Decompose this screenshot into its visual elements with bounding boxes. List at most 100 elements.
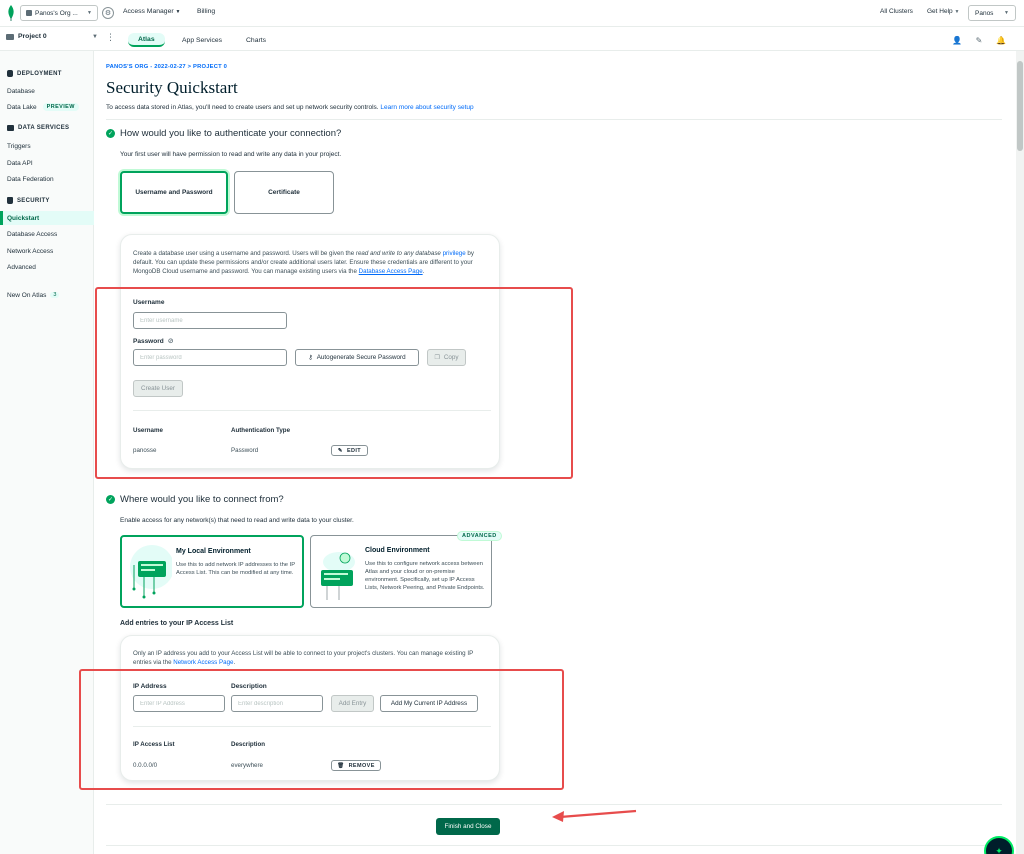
chevron-down-icon: ▼: [87, 10, 92, 16]
tab-atlas[interactable]: Atlas: [128, 33, 165, 47]
sidebar-item-new-on-atlas[interactable]: New On Atlas 3: [0, 288, 94, 302]
autogenerate-password-button[interactable]: ⚷ Autogenerate Secure Password: [295, 349, 419, 366]
divider: [106, 119, 1002, 120]
sidebar-heading-security: SECURITY: [7, 197, 50, 204]
env-local-description: Use this to add network IP addresses to …: [176, 562, 296, 576]
chevron-down-icon: ▼: [175, 8, 181, 15]
user-menu[interactable]: Panos ▼: [968, 5, 1016, 21]
breadcrumb[interactable]: PANOS'S ORG - 2022-02-27 > PROJECT 0: [106, 64, 227, 70]
auth-option-certificate[interactable]: Certificate: [234, 171, 334, 214]
main-content: PANOS'S ORG - 2022-02-27 > PROJECT 0 Sec…: [94, 51, 1024, 854]
advanced-badge: ADVANCED: [457, 531, 502, 541]
data-services-icon: [7, 125, 14, 131]
sidebar-item-quickstart[interactable]: Quickstart: [0, 211, 94, 225]
lock-icon: [7, 197, 13, 204]
auth-section-heading: ✓ How would you like to authenticate you…: [106, 128, 342, 139]
remove-ip-button[interactable]: 🗑 REMOVE: [331, 760, 381, 771]
sidebar-heading-deployment: DEPLOYMENT: [7, 70, 62, 77]
username-input[interactable]: [133, 312, 287, 329]
divider: [106, 845, 1002, 846]
ip-row-description: everywhere: [231, 762, 263, 769]
username-label: Username: [133, 299, 165, 306]
create-user-button[interactable]: Create User: [133, 380, 183, 397]
add-entry-button[interactable]: Add Entry: [331, 695, 374, 712]
col-header-ip-access-list: IP Access List: [133, 741, 175, 748]
gear-icon[interactable]: ⚙: [102, 7, 114, 19]
scrollbar-thumb[interactable]: [1017, 61, 1023, 151]
sidebar: DEPLOYMENT Database Data Lake PREVIEW DAT…: [0, 51, 94, 854]
sidebar-item-database-access[interactable]: Database Access: [0, 227, 94, 241]
env-option-cloud[interactable]: Cloud Environment Use this to configure …: [310, 535, 492, 608]
ip-access-card: Only an IP address you add to your Acces…: [120, 635, 500, 781]
privilege-link[interactable]: privilege: [443, 250, 466, 257]
create-user-description: Create a database user using a username …: [133, 250, 474, 275]
sidebar-item-data-api[interactable]: Data API: [0, 156, 94, 170]
sidebar-heading-data-services: DATA SERVICES: [7, 125, 69, 131]
connect-section-subtext: Enable access for any network(s) that ne…: [120, 517, 354, 524]
sidebar-item-triggers[interactable]: Triggers: [0, 139, 94, 153]
database-icon: [7, 70, 13, 77]
access-manager-menu[interactable]: Access Manager ▼: [123, 8, 180, 15]
eye-off-icon[interactable]: ⊘: [168, 337, 174, 345]
password-input[interactable]: [133, 349, 287, 366]
tab-app-services[interactable]: App Services: [172, 33, 232, 47]
new-count-badge: 3: [50, 292, 60, 298]
ip-row-address: 0.0.0.0/0: [133, 762, 158, 769]
chevron-down-icon: ▼: [1004, 10, 1009, 16]
bell-icon[interactable]: 🔔: [995, 34, 1007, 46]
password-label: Password ⊘: [133, 337, 174, 346]
env-cloud-title: Cloud Environment: [365, 547, 430, 554]
user-add-icon[interactable]: 👤: [951, 34, 963, 46]
mongodb-leaf-icon[interactable]: [6, 5, 16, 21]
billing-link[interactable]: Billing: [197, 8, 215, 15]
env-local-title: My Local Environment: [176, 548, 251, 555]
env-option-local[interactable]: My Local Environment Use this to add net…: [120, 535, 304, 608]
sidebar-item-network-access[interactable]: Network Access: [0, 244, 94, 258]
copy-icon: ❐: [434, 355, 440, 361]
connect-section-heading: ✓ Where would you like to connect from?: [106, 494, 284, 505]
user-row-username: panosse: [133, 447, 157, 454]
sidebar-item-data-federation[interactable]: Data Federation: [0, 172, 94, 186]
col-header-description: Description: [231, 741, 266, 748]
top-bar: Panos's Org ... ▼ ⚙ Access Manager ▼ Bil…: [0, 0, 1024, 27]
sidebar-item-data-lake[interactable]: Data Lake PREVIEW: [0, 100, 94, 114]
learn-more-link[interactable]: Learn more about security setup: [380, 104, 473, 111]
all-clusters-link[interactable]: All Clusters: [880, 8, 913, 15]
tab-charts[interactable]: Charts: [236, 33, 276, 47]
env-cloud-description: Use this to configure network access bet…: [365, 561, 485, 591]
scrollbar[interactable]: [1016, 51, 1024, 854]
ip-access-description: Only an IP address you add to your Acces…: [133, 650, 474, 666]
auth-option-username-password[interactable]: Username and Password: [120, 171, 228, 214]
description-input[interactable]: [231, 695, 323, 712]
org-selector[interactable]: Panos's Org ... ▼: [20, 5, 98, 21]
sidebar-item-database[interactable]: Database: [0, 84, 94, 98]
col-header-auth-type: Authentication Type: [231, 427, 291, 434]
project-selector[interactable]: Project 0 ▼: [6, 33, 98, 40]
trash-icon: 🗑: [337, 762, 345, 769]
kebab-icon[interactable]: ⋮: [106, 32, 115, 43]
cloud-environment-illustration: [321, 552, 355, 600]
ip-access-heading: Add entries to your IP Access List: [120, 620, 234, 627]
folder-icon: [6, 33, 14, 40]
add-current-ip-button[interactable]: Add My Current IP Address: [380, 695, 478, 712]
intro-text: To access data stored in Atlas, you'll n…: [106, 104, 474, 111]
project-bar: Project 0 ▼ ⋮ Atlas App Services Charts …: [0, 27, 1024, 51]
pencil-icon: ✎: [337, 447, 343, 454]
user-settings-icon[interactable]: ✎: [973, 34, 985, 46]
org-icon: [26, 10, 32, 16]
ip-address-input[interactable]: [133, 695, 225, 712]
description-label: Description: [231, 683, 267, 690]
ip-address-label: IP Address: [133, 683, 167, 690]
page-title: Security Quickstart: [106, 78, 238, 97]
create-user-card: Create a database user using a username …: [120, 234, 500, 469]
local-environment-illustration: [130, 545, 172, 599]
network-access-page-link[interactable]: Network Access Page: [173, 659, 233, 666]
copy-password-button[interactable]: ❐ Copy: [427, 349, 466, 366]
divider: [133, 410, 491, 411]
edit-user-button[interactable]: ✎ EDIT: [331, 445, 368, 456]
auth-section-subtext: Your first user will have permission to …: [120, 151, 342, 158]
sidebar-item-advanced[interactable]: Advanced: [0, 260, 94, 274]
get-help-menu[interactable]: Get Help ▼: [927, 8, 959, 15]
database-access-page-link[interactable]: Database Access Page: [359, 268, 423, 275]
finish-and-close-button[interactable]: Finish and Close: [436, 818, 500, 835]
